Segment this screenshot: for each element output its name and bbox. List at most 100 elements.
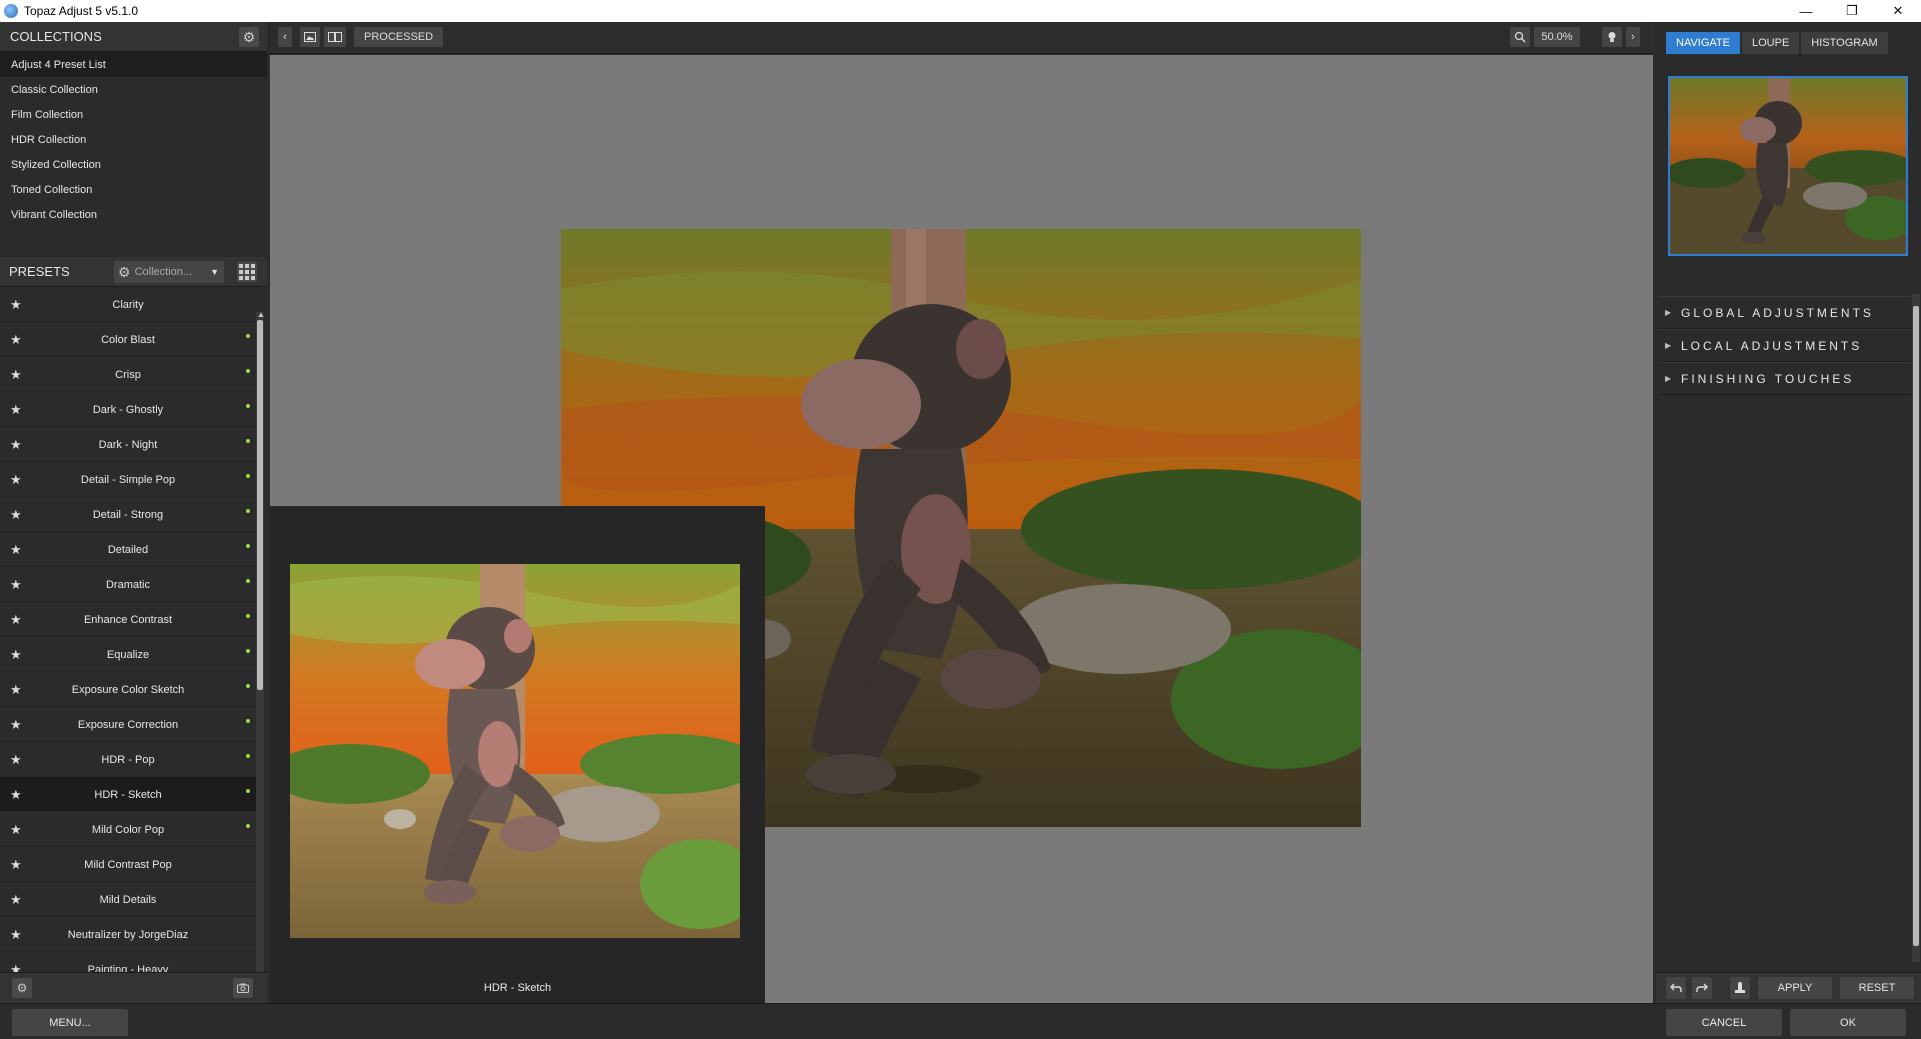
preset-preview-image[interactable] bbox=[290, 564, 740, 938]
scroll-up-icon[interactable]: ▲ bbox=[257, 310, 265, 319]
favorite-star-icon[interactable]: ★ bbox=[10, 507, 22, 523]
preset-item[interactable]: ★ Detail - Simple Pop bbox=[0, 462, 256, 497]
preset-item[interactable]: ★ Dark - Ghostly bbox=[0, 392, 256, 427]
tab-histogram[interactable]: HISTOGRAM bbox=[1801, 32, 1888, 54]
tab-navigate[interactable]: NAVIGATE bbox=[1666, 32, 1740, 54]
menu-button[interactable]: MENU... bbox=[12, 1009, 128, 1036]
favorite-star-icon[interactable]: ★ bbox=[10, 402, 22, 418]
collection-item[interactable]: Toned Collection bbox=[0, 177, 267, 202]
collection-item[interactable]: Vibrant Collection bbox=[0, 202, 267, 227]
camera-icon bbox=[237, 983, 249, 993]
preset-item[interactable]: ★ HDR - Pop bbox=[0, 742, 256, 777]
preset-item[interactable]: ★ Dramatic bbox=[0, 567, 256, 602]
finishing-touches-section[interactable]: ▶ FINISHING TOUCHES bbox=[1659, 362, 1911, 395]
preset-item[interactable]: ★ Painting - Heavy bbox=[0, 952, 256, 973]
favorite-star-icon[interactable]: ★ bbox=[10, 682, 22, 698]
favorite-star-icon[interactable]: ★ bbox=[10, 612, 22, 628]
collection-filter-dropdown[interactable]: ⚙ Collection... ▼ bbox=[114, 261, 224, 283]
preset-label: Mild Details bbox=[99, 893, 157, 906]
local-adjustments-section[interactable]: ▶ LOCAL ADJUSTMENTS bbox=[1659, 329, 1911, 362]
reset-button[interactable]: RESET bbox=[1840, 977, 1914, 999]
favorite-star-icon[interactable]: ★ bbox=[10, 962, 22, 973]
zoom-button[interactable] bbox=[1510, 27, 1530, 47]
stamp-button[interactable] bbox=[1730, 977, 1750, 999]
favorite-star-icon[interactable]: ★ bbox=[10, 577, 22, 593]
favorite-star-icon[interactable]: ★ bbox=[10, 822, 22, 838]
snapshot-button[interactable] bbox=[233, 978, 253, 998]
zoom-level-field[interactable]: 50.0% bbox=[1534, 27, 1580, 47]
scrollbar-thumb[interactable] bbox=[1913, 306, 1919, 946]
preset-item[interactable]: ★ Neutralizer by JorgeDiaz bbox=[0, 917, 256, 952]
apply-button[interactable]: APPLY bbox=[1758, 977, 1832, 999]
stamp-icon bbox=[1735, 982, 1745, 993]
favorite-star-icon[interactable]: ★ bbox=[10, 927, 22, 943]
preset-label: Exposure Color Sketch bbox=[71, 683, 185, 696]
favorite-star-icon[interactable]: ★ bbox=[10, 297, 22, 313]
preset-item[interactable]: ★ Exposure Correction bbox=[0, 707, 256, 742]
preset-item[interactable]: ★ Detailed bbox=[0, 532, 256, 567]
preset-label: Detail - Simple Pop bbox=[80, 473, 176, 486]
preset-item[interactable]: ★ Mild Contrast Pop bbox=[0, 847, 256, 882]
preset-item[interactable]: ★ Exposure Color Sketch bbox=[0, 672, 256, 707]
chimpanzee-hdr-sketch-image bbox=[290, 564, 740, 938]
adjustment-sections: ▶ GLOBAL ADJUSTMENTS ▶ LOCAL ADJUSTMENTS… bbox=[1659, 296, 1911, 395]
favorite-star-icon[interactable]: ★ bbox=[10, 472, 22, 488]
favorite-star-icon[interactable]: ★ bbox=[10, 542, 22, 558]
app-logo-icon bbox=[4, 4, 18, 18]
maximize-button[interactable]: ❐ bbox=[1829, 0, 1875, 22]
collection-item[interactable]: Stylized Collection bbox=[0, 152, 267, 177]
global-adjustments-section[interactable]: ▶ GLOBAL ADJUSTMENTS bbox=[1659, 296, 1911, 329]
collapse-right-button[interactable]: › bbox=[1626, 27, 1640, 47]
preset-item[interactable]: ★ Equalize bbox=[0, 637, 256, 672]
favorite-star-icon[interactable]: ★ bbox=[10, 367, 22, 383]
minimize-button[interactable]: — bbox=[1783, 0, 1829, 22]
processed-toggle-button[interactable]: PROCESSED bbox=[354, 27, 444, 47]
window-title: Topaz Adjust 5 v5.1.0 bbox=[24, 4, 139, 18]
preview-light-button[interactable] bbox=[1602, 27, 1622, 47]
collections-settings-button[interactable]: ⚙ bbox=[239, 27, 259, 47]
preset-item[interactable]: ★ HDR - Sketch bbox=[0, 777, 256, 812]
collection-item[interactable]: HDR Collection bbox=[0, 127, 267, 152]
single-view-button[interactable] bbox=[300, 27, 320, 47]
collection-item[interactable]: Classic Collection bbox=[0, 77, 267, 102]
preset-scrollbar[interactable]: ▲ ▼ bbox=[256, 310, 265, 992]
favorite-star-icon[interactable]: ★ bbox=[10, 787, 22, 803]
redo-button[interactable] bbox=[1692, 977, 1712, 999]
ok-button[interactable]: OK bbox=[1790, 1009, 1906, 1036]
grid-view-button[interactable] bbox=[237, 262, 257, 282]
favorite-star-icon[interactable]: ★ bbox=[10, 892, 22, 908]
collapse-left-button[interactable]: ‹ bbox=[278, 27, 292, 47]
collection-list: Adjust 4 Preset List Classic Collection … bbox=[0, 52, 267, 227]
preset-item[interactable]: ★ Enhance Contrast bbox=[0, 602, 256, 637]
adjustments-scrollbar[interactable] bbox=[1912, 294, 1920, 962]
navigator-thumbnail[interactable] bbox=[1668, 76, 1908, 256]
right-panel: NAVIGATE LOUPE HISTOGRAM ▶ GLOBAL ADJUST… bbox=[1656, 22, 1921, 1003]
preset-label: Dark - Ghostly bbox=[92, 403, 164, 416]
preset-item[interactable]: ★ Detail - Strong bbox=[0, 497, 256, 532]
tab-loupe[interactable]: LOUPE bbox=[1742, 32, 1800, 54]
favorite-star-icon[interactable]: ★ bbox=[10, 717, 22, 733]
preset-item[interactable]: ★ Clarity bbox=[0, 287, 256, 322]
favorite-star-icon[interactable]: ★ bbox=[10, 332, 22, 348]
gear-icon: ⚙ bbox=[16, 981, 28, 995]
preset-item[interactable]: ★ Mild Color Pop bbox=[0, 812, 256, 847]
favorite-star-icon[interactable]: ★ bbox=[10, 857, 22, 873]
preset-item[interactable]: ★ Dark - Night bbox=[0, 427, 256, 462]
undo-button[interactable] bbox=[1666, 977, 1686, 999]
favorite-star-icon[interactable]: ★ bbox=[10, 647, 22, 663]
favorite-star-icon[interactable]: ★ bbox=[10, 752, 22, 768]
collection-item[interactable]: Film Collection bbox=[0, 102, 267, 127]
preset-item[interactable]: ★ Mild Details bbox=[0, 882, 256, 917]
favorite-star-icon[interactable]: ★ bbox=[10, 437, 22, 453]
image-canvas[interactable]: HDR - Sketch bbox=[270, 55, 1653, 1003]
preset-settings-button[interactable]: ⚙ bbox=[12, 978, 32, 998]
left-panel: COLLECTIONS ⚙ Adjust 4 Preset List Class… bbox=[0, 22, 267, 1003]
split-view-button[interactable] bbox=[324, 27, 346, 47]
preset-item[interactable]: ★ Color Blast bbox=[0, 322, 256, 357]
close-button[interactable]: ✕ bbox=[1875, 0, 1921, 22]
preset-indicator-dot bbox=[246, 824, 250, 828]
scrollbar-thumb[interactable] bbox=[257, 320, 263, 690]
collection-item[interactable]: Adjust 4 Preset List bbox=[0, 52, 267, 77]
cancel-button[interactable]: CANCEL bbox=[1666, 1009, 1782, 1036]
preset-item[interactable]: ★ Crisp bbox=[0, 357, 256, 392]
